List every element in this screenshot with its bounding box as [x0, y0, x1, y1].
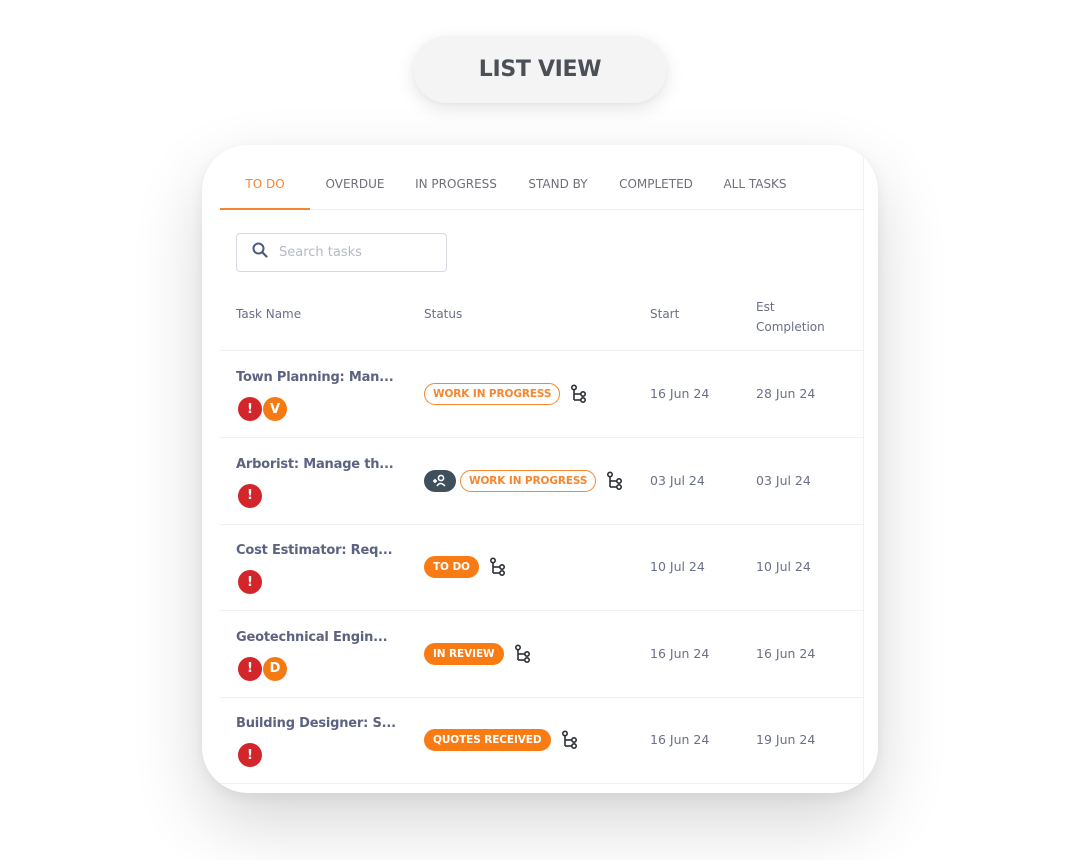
status-badge[interactable]: TO DO: [424, 556, 479, 578]
tab-overdue[interactable]: OVERDUE: [310, 169, 400, 209]
status-cell: IN REVIEW: [424, 642, 532, 666]
search-input[interactable]: [279, 245, 439, 260]
status-badge[interactable]: WORK IN PROGRESS: [424, 383, 561, 405]
column-header-status[interactable]: Status: [424, 307, 462, 321]
list-view-title-pill: LIST VIEW: [413, 36, 667, 103]
task-badges: !: [238, 743, 262, 767]
est-completion-date: 16 Jun 24: [756, 645, 816, 661]
est-line-2: Completion: [756, 320, 825, 334]
est-line-1: Est: [756, 300, 775, 314]
assigned-user-icon[interactable]: [424, 469, 456, 492]
task-badges: ! V: [238, 397, 287, 421]
task-badges: !: [238, 483, 262, 508]
status-cell: TO DO: [424, 555, 507, 579]
table-row[interactable]: Town Planning: Man... ! V WORK IN PROGRE…: [220, 352, 864, 438]
est-completion-date: 28 Jun 24: [756, 386, 816, 401]
column-header-est-completion[interactable]: Est Completion: [756, 297, 846, 337]
start-date: 16 Jun 24: [650, 732, 710, 747]
status-cell: QUOTES RECEIVED: [424, 728, 579, 752]
status-tabs: TO DO OVERDUE IN PROGRESS STAND BY COMPL…: [220, 169, 864, 210]
task-name[interactable]: Building Designer: S...: [236, 716, 401, 731]
start-date: 03 Jul 24: [650, 472, 705, 488]
task-badges: ! D: [238, 656, 287, 681]
start-date: 16 Jun 24: [650, 386, 710, 401]
table-row[interactable]: Building Designer: S... ! QUOTES RECEIVE…: [220, 698, 864, 784]
priority-alert-icon: !: [238, 570, 262, 594]
status-badge[interactable]: QUOTES RECEIVED: [424, 729, 551, 751]
priority-alert-icon: !: [238, 656, 262, 681]
est-completion-date: 03 Jul 24: [756, 472, 811, 488]
tab-in-progress[interactable]: IN PROGRESS: [400, 169, 512, 209]
column-header-task-name[interactable]: Task Name: [236, 307, 301, 321]
column-header-start[interactable]: Start: [650, 307, 679, 321]
est-completion-date: 19 Jun 24: [756, 732, 816, 747]
tab-stand-by[interactable]: STAND BY: [512, 169, 604, 209]
subtask-tree-icon[interactable]: [514, 643, 532, 664]
task-badges: !: [238, 570, 262, 594]
status-badge[interactable]: IN REVIEW: [424, 642, 504, 665]
task-name[interactable]: Cost Estimator: Req...: [236, 543, 401, 558]
subtask-tree-icon[interactable]: [489, 557, 507, 577]
status-cell: WORK IN PROGRESS: [424, 382, 588, 406]
priority-alert-icon: !: [238, 483, 262, 508]
page-title: LIST VIEW: [478, 57, 602, 82]
task-list-card: TO DO OVERDUE IN PROGRESS STAND BY COMPL…: [202, 145, 878, 793]
tab-all-tasks[interactable]: ALL TASKS: [708, 169, 802, 209]
status-badge[interactable]: WORK IN PROGRESS: [460, 469, 597, 492]
task-name[interactable]: Arborist: Manage th...: [236, 457, 401, 472]
est-completion-date: 10 Jul 24: [756, 559, 811, 574]
priority-alert-icon: !: [238, 397, 262, 421]
start-date: 16 Jun 24: [650, 645, 710, 661]
table-row[interactable]: Cost Estimator: Req... ! TO DO 10 Jul 24…: [220, 525, 864, 611]
table-row[interactable]: Arborist: Manage th... ! WORK IN PROGRES…: [220, 439, 864, 525]
task-name[interactable]: Town Planning: Man...: [236, 370, 401, 385]
subtask-tree-icon[interactable]: [570, 384, 588, 404]
search-box[interactable]: [236, 233, 447, 272]
subtask-tree-icon[interactable]: [561, 730, 579, 750]
table-row[interactable]: Geotechnical Engin... ! D IN REVIEW 16 J…: [220, 612, 864, 698]
status-cell: WORK IN PROGRESS: [424, 469, 624, 493]
tab-completed[interactable]: COMPLETED: [604, 169, 708, 209]
assignee-avatar[interactable]: V: [263, 397, 287, 421]
assignee-avatar[interactable]: D: [263, 656, 287, 681]
tab-to-do[interactable]: TO DO: [220, 169, 310, 210]
table-header: Task Name Status Start Est Completion: [220, 285, 864, 351]
subtask-tree-icon[interactable]: [606, 470, 624, 491]
start-date: 10 Jul 24: [650, 559, 705, 574]
search-icon: [251, 241, 269, 264]
task-name[interactable]: Geotechnical Engin...: [236, 630, 401, 645]
priority-alert-icon: !: [238, 743, 262, 767]
